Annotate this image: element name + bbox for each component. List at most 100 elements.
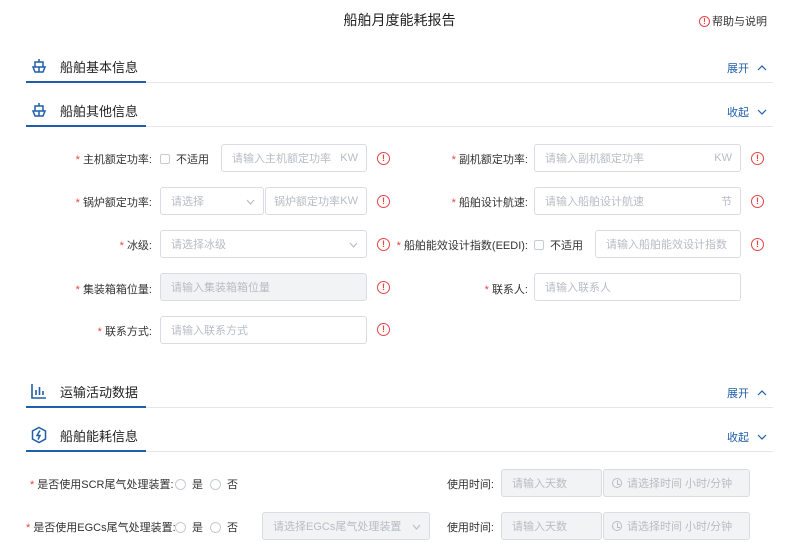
chevron-up-icon xyxy=(757,390,767,396)
contact-input[interactable]: 请输入联系人 xyxy=(534,273,741,301)
help-link-label: 帮助与说明 xyxy=(712,16,767,28)
collapse-energy-button[interactable]: 收起 xyxy=(727,429,767,445)
unit-label: KW xyxy=(340,195,358,207)
eedi-input[interactable]: 请输入船舶能效设计指数 xyxy=(595,230,741,258)
bar-chart-icon xyxy=(31,384,46,399)
design-speed-placeholder: 请输入船舶设计航速 xyxy=(545,196,644,208)
warning-icon: ! xyxy=(377,281,390,294)
egcs-yes-radio[interactable]: 是 xyxy=(175,519,203,535)
chevron-down-icon xyxy=(757,434,767,440)
expand-transport-button[interactable]: 展开 xyxy=(727,385,767,401)
scr-no-radio[interactable]: 否 xyxy=(210,476,238,492)
design-speed-label: * 船舶设计航速: xyxy=(451,197,528,209)
section-transport-title: 运输活动数据 xyxy=(60,384,139,400)
chevron-down-icon xyxy=(757,109,767,115)
scr-yes-label: 是 xyxy=(192,479,203,491)
scr-days-input[interactable]: 请输入天数 xyxy=(501,469,602,497)
egcs-no-label: 否 xyxy=(227,522,238,534)
warning-icon: ! xyxy=(751,152,764,165)
radio-dot xyxy=(175,478,186,490)
egcs-time-picker[interactable]: 请选择时间 小时/分钟 xyxy=(603,512,750,540)
egcs-days-input[interactable]: 请输入天数 xyxy=(501,512,602,540)
clock-icon xyxy=(612,478,622,488)
section-energy-header: 船舶能耗信息 xyxy=(26,420,147,452)
eedi-placeholder: 请输入船舶能效设计指数 xyxy=(606,239,727,251)
scr-yes-radio[interactable]: 是 xyxy=(175,476,203,492)
scr-time-picker[interactable]: 请选择时间 小时/分钟 xyxy=(603,469,750,497)
scr-time-label: 使用时间: xyxy=(446,479,494,491)
section-basic-info-title: 船舶基本信息 xyxy=(60,59,139,75)
chevron-up-icon xyxy=(757,65,767,71)
checkbox-box xyxy=(534,240,544,250)
warning-icon: ! xyxy=(377,152,390,165)
main-power-na-label: 不适用 xyxy=(176,154,209,166)
egcs-no-radio[interactable]: 否 xyxy=(210,519,238,535)
container-slots-label: * 集装箱箱位量: xyxy=(75,284,152,296)
unit-label: KW xyxy=(340,152,358,164)
boiler-select-placeholder: 请选择 xyxy=(171,196,204,208)
section-other-info: 船舶其他信息 收起 xyxy=(26,95,773,127)
clock-icon xyxy=(612,521,622,531)
chevron-down-icon xyxy=(246,199,255,205)
aux-power-input[interactable]: 请输入副机额定功率 KW xyxy=(534,144,741,172)
unit-label: 节 xyxy=(721,196,732,208)
container-slots-placeholder: 请输入集装箱箱位量 xyxy=(171,282,270,294)
egcs-device-select[interactable]: 请选择EGCs尾气处理装置 xyxy=(262,512,430,540)
checkbox-box xyxy=(160,154,170,164)
eedi-label: * 船舶能效设计指数(EEDI): xyxy=(396,240,528,252)
main-power-input[interactable]: 请输入主机额定功率 KW xyxy=(221,144,367,172)
contact-method-placeholder: 请输入联系方式 xyxy=(171,325,248,337)
section-energy: 船舶能耗信息 收起 xyxy=(26,420,773,452)
expand-label: 展开 xyxy=(727,388,749,400)
boiler-power-input[interactable]: 锅炉额定功率 KW xyxy=(265,187,367,215)
warning-icon: ! xyxy=(377,195,390,208)
warning-icon: ! xyxy=(751,238,764,251)
page-title: 船舶月度能耗报告 xyxy=(343,12,456,28)
warning-icon: ! xyxy=(751,195,764,208)
main-power-label: * 主机额定功率: xyxy=(75,154,152,166)
container-slots-input[interactable]: 请输入集装箱箱位量 xyxy=(160,273,367,301)
contact-method-input[interactable]: 请输入联系方式 xyxy=(160,316,367,344)
main-power-na-checkbox[interactable]: 不适用 xyxy=(160,151,209,167)
ice-class-select[interactable]: 请选择冰级 xyxy=(160,230,367,258)
aux-power-label: * 副机额定功率: xyxy=(451,154,528,166)
radio-dot xyxy=(210,478,221,490)
section-other-info-header: 船舶其他信息 xyxy=(26,95,147,127)
section-transport-header: 运输活动数据 xyxy=(26,376,147,408)
aux-power-placeholder: 请输入副机额定功率 xyxy=(545,153,644,165)
ice-class-label: * 冰级: xyxy=(119,240,152,252)
section-basic-info: 船舶基本信息 展开 xyxy=(26,51,773,83)
boiler-power-label: * 锅炉额定功率: xyxy=(75,197,152,209)
egcs-select-placeholder: 请选择EGCs尾气处理装置 xyxy=(273,521,402,533)
ice-class-placeholder: 请选择冰级 xyxy=(171,239,226,251)
section-other-info-title: 船舶其他信息 xyxy=(60,103,139,119)
radio-dot xyxy=(210,521,221,533)
warning-icon: ! xyxy=(377,238,390,251)
unit-label: KW xyxy=(714,152,732,164)
section-transport: 运输活动数据 展开 xyxy=(26,376,773,408)
contact-label: * 联系人: xyxy=(484,284,528,296)
expand-label: 展开 xyxy=(727,63,749,75)
eedi-na-label: 不适用 xyxy=(550,240,583,252)
chevron-down-icon xyxy=(412,524,421,530)
radio-dot xyxy=(175,521,186,533)
eedi-na-checkbox[interactable]: 不适用 xyxy=(534,237,583,253)
egcs-label: * 是否使用EGCs尾气处理装置: xyxy=(26,522,176,534)
section-basic-info-header: 船舶基本信息 xyxy=(26,51,147,83)
expand-basic-info-button[interactable]: 展开 xyxy=(727,60,767,76)
section-energy-title: 船舶能耗信息 xyxy=(60,428,139,444)
boiler-power-placeholder: 锅炉额定功率 xyxy=(274,196,340,208)
egcs-time-label: 使用时间: xyxy=(446,522,494,534)
design-speed-input[interactable]: 请输入船舶设计航速 节 xyxy=(534,187,741,215)
help-link[interactable]: ! 帮助与说明 xyxy=(699,13,767,29)
boiler-power-select[interactable]: 请选择 xyxy=(160,187,264,215)
scr-no-label: 否 xyxy=(227,479,238,491)
chevron-down-icon xyxy=(349,242,358,248)
contact-placeholder: 请输入联系人 xyxy=(545,282,611,294)
collapse-other-info-button[interactable]: 收起 xyxy=(727,104,767,120)
egcs-days-placeholder: 请输入天数 xyxy=(512,521,567,533)
egcs-time-placeholder: 请选择时间 小时/分钟 xyxy=(627,521,733,533)
scr-time-placeholder: 请选择时间 小时/分钟 xyxy=(627,478,733,490)
warning-icon: ! xyxy=(377,323,390,336)
info-icon: ! xyxy=(699,15,710,27)
